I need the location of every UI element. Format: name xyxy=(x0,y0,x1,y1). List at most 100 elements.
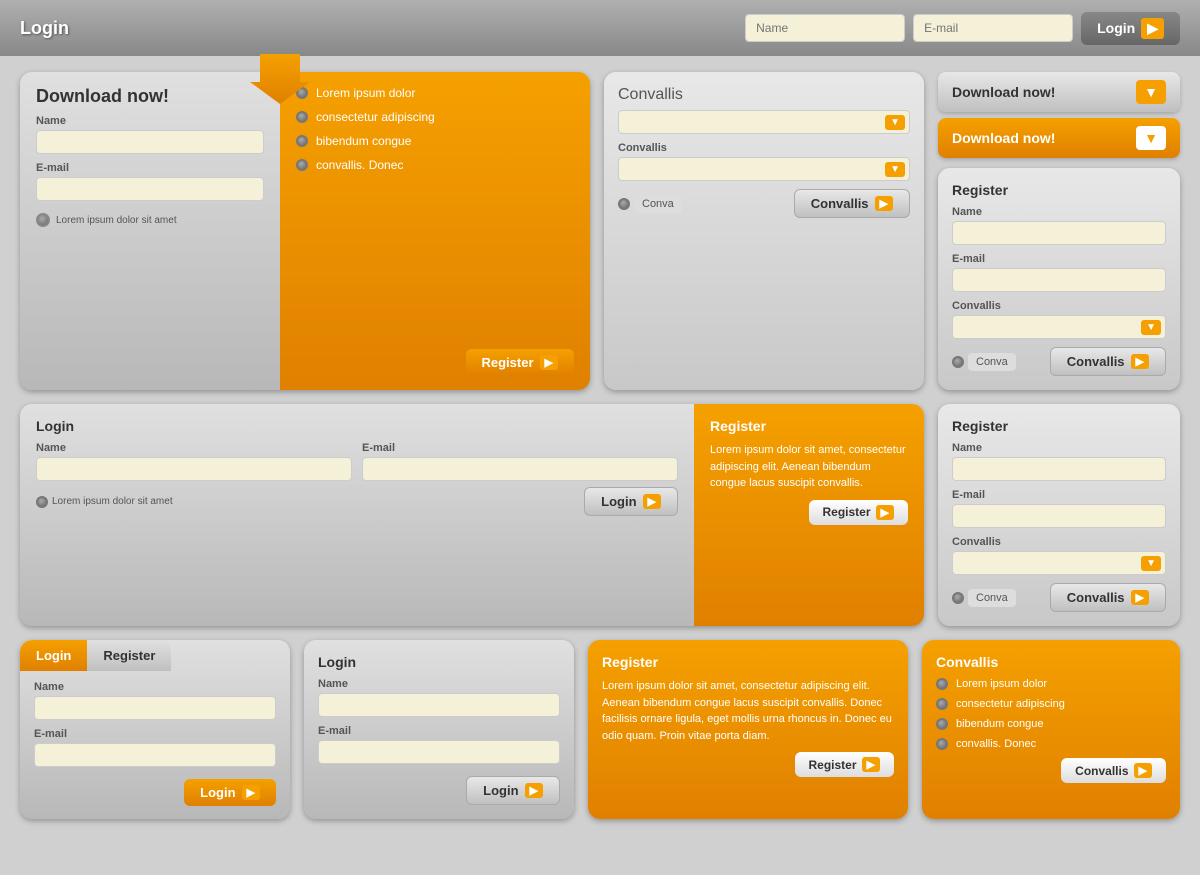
download-btn-orange[interactable]: Download now! ▼ xyxy=(938,118,1180,158)
email-label: E-mail xyxy=(362,442,678,454)
login-name-input[interactable] xyxy=(318,693,560,717)
tab-name-input[interactable] xyxy=(34,696,276,720)
radio-dot-icon xyxy=(618,198,630,210)
list-item: consectetur adipiscing xyxy=(936,698,1166,710)
convallis-select[interactable]: ▼ xyxy=(952,551,1166,575)
login-arrow-icon: ▶ xyxy=(643,494,661,509)
register-title: Register xyxy=(952,418,1166,434)
download-form-right: Lorem ipsum dolor consectetur adipiscing… xyxy=(280,72,590,390)
login-name-input[interactable] xyxy=(36,457,352,481)
radio-dot-icon xyxy=(952,356,964,368)
email-label: E-mail xyxy=(34,728,276,740)
login-email-input[interactable] xyxy=(362,457,678,481)
convallis-label2: Convallis xyxy=(618,142,910,154)
register-bottom-row: Conva Convallis ▶ xyxy=(952,347,1166,376)
right-column-top: Download now! ▼ Download now! ▼ Register… xyxy=(938,72,1180,390)
convallis-bottom-button[interactable]: Convallis ▶ xyxy=(1050,347,1166,376)
convallis-label: Convallis xyxy=(952,536,1166,548)
name-label: Name xyxy=(36,115,264,127)
convallis-label: Convallis xyxy=(952,300,1166,312)
radio-icon xyxy=(36,213,50,227)
email-label: E-mail xyxy=(952,253,1166,265)
register-button[interactable]: Register ▶ xyxy=(795,752,895,777)
email-label: E-mail xyxy=(318,725,560,737)
tab-login[interactable]: Login xyxy=(20,640,87,671)
tab-email-input[interactable] xyxy=(34,743,276,767)
register-section-orange: Register Lorem ipsum dolor sit amet, con… xyxy=(694,404,924,626)
tab-header: Login Register xyxy=(20,640,290,671)
name-input[interactable] xyxy=(952,457,1166,481)
radio-dot-icon xyxy=(296,135,308,147)
email-label: E-mail xyxy=(36,162,264,174)
convallis-arrow-icon: ▶ xyxy=(1134,763,1152,778)
convallis-select-1[interactable]: ▼ xyxy=(618,110,910,134)
register-button[interactable]: Register ▶ xyxy=(466,349,575,376)
list-item: Lorem ipsum dolor xyxy=(296,86,574,100)
radio-dot-icon xyxy=(296,111,308,123)
download-btn-gray[interactable]: Download now! ▼ xyxy=(938,72,1180,112)
bottom-row-widgets: Login Register Name E-mail Login ▶ Login… xyxy=(20,640,1180,819)
login-button[interactable]: Login ▶ xyxy=(584,487,678,516)
register-convallis-select[interactable]: ▼ xyxy=(952,315,1166,339)
register-arrow-icon: ▶ xyxy=(540,355,558,370)
login-section: Login Name E-mail Lorem ipsum dolor sit … xyxy=(20,404,694,626)
nav-login-arrow-icon: ▶ xyxy=(1141,18,1164,39)
download-btn-orange-label: Download now! xyxy=(952,130,1055,146)
radio-list: Lorem ipsum dolor consectetur adipiscing… xyxy=(296,86,574,182)
select-arrow-icon: ▼ xyxy=(885,162,905,177)
register-arrow-icon: ▶ xyxy=(876,505,894,520)
convallis-select-2[interactable]: ▼ xyxy=(618,157,910,181)
email-input[interactable] xyxy=(952,504,1166,528)
conva-text: Conva xyxy=(634,195,682,213)
email-label: E-mail xyxy=(952,489,1166,501)
email-field-group: E-mail xyxy=(362,442,678,481)
nav-name-input[interactable] xyxy=(745,14,905,42)
register-button-white[interactable]: Register ▶ xyxy=(809,500,909,525)
download-form-widget: Download now! Name E-mail Lorem ipsum do… xyxy=(20,72,590,390)
orange-register-widget: Register Lorem ipsum dolor sit amet, con… xyxy=(588,640,908,819)
tab-login-button[interactable]: Login ▶ xyxy=(184,779,276,806)
download-form-left: Download now! Name E-mail Lorem ipsum do… xyxy=(20,72,280,390)
list-item: convallis. Donec xyxy=(936,738,1166,750)
select-arrow-icon: ▼ xyxy=(885,115,905,130)
convallis-button[interactable]: Convallis ▶ xyxy=(794,189,910,218)
nav-email-input[interactable] xyxy=(913,14,1073,42)
convallis-arrow-icon: ▶ xyxy=(1131,590,1149,605)
register-email-input[interactable] xyxy=(952,268,1166,292)
convallis-arrow-icon: ▶ xyxy=(1131,354,1149,369)
login-register-combo-widget: Login Name E-mail Lorem ipsum dolor sit … xyxy=(20,404,924,626)
register-name-input[interactable] xyxy=(952,221,1166,245)
radio-dot-icon xyxy=(296,159,308,171)
login-email-input[interactable] xyxy=(318,740,560,764)
bottom-row: Conva Convallis ▶ xyxy=(952,583,1166,612)
nav-login-title: Login xyxy=(20,18,69,39)
login-bottom-row: Lorem ipsum dolor sit amet Login ▶ xyxy=(36,487,678,516)
tab-register[interactable]: Register xyxy=(87,640,171,671)
footer-text: Lorem ipsum dolor sit amet xyxy=(52,496,173,507)
login-arrow-icon: ▶ xyxy=(242,785,260,800)
nav-right-section: Login ▶ xyxy=(745,12,1180,45)
radio-dot-icon xyxy=(952,592,964,604)
name-label: Name xyxy=(318,678,560,690)
email-input[interactable] xyxy=(36,177,264,201)
convallis-button[interactable]: Convallis ▶ xyxy=(1050,583,1166,612)
login-button[interactable]: Login ▶ xyxy=(466,776,560,805)
name-input[interactable] xyxy=(36,130,264,154)
name-field-group: Name xyxy=(36,442,352,481)
radio-dot-icon xyxy=(36,496,48,508)
footer-text: Lorem ipsum dolor sit amet xyxy=(56,215,177,226)
register-title: Register xyxy=(952,182,1166,198)
register-title: Register xyxy=(602,654,894,670)
convallis-button[interactable]: Convallis ▶ xyxy=(1061,758,1166,783)
name-label: Name xyxy=(952,206,1166,218)
download-btn-gray-label: Download now! xyxy=(952,84,1055,100)
list-item: bibendum congue xyxy=(296,134,574,148)
nav-login-button[interactable]: Login ▶ xyxy=(1081,12,1180,45)
conva-text: Conva xyxy=(968,589,1016,607)
name-label: Name xyxy=(36,442,352,454)
radio-dot-icon xyxy=(936,698,948,710)
login-arrow-icon: ▶ xyxy=(525,783,543,798)
convallis-dropdown-widget: Convallis ▼ Convallis ▼ Conva Convallis … xyxy=(604,72,924,390)
two-col-fields: Name E-mail xyxy=(36,442,678,481)
register-body-text: Lorem ipsum dolor sit amet, consectetur … xyxy=(602,678,894,744)
